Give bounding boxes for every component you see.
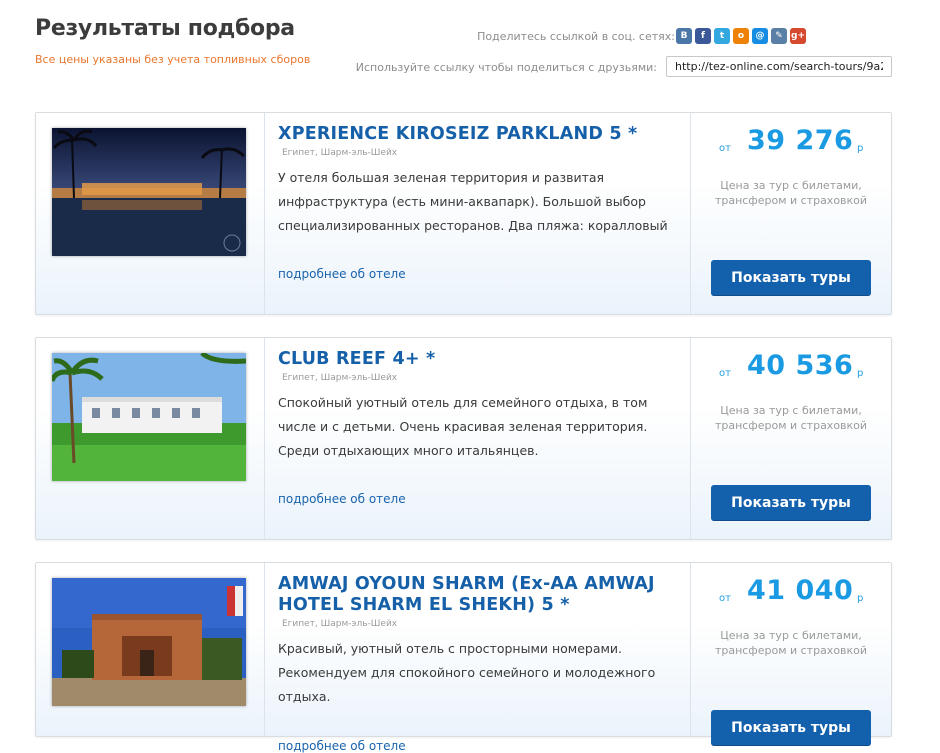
share-link-label: Используйте ссылку чтобы поделиться с др… (355, 61, 657, 74)
hotel-photo[interactable] (52, 353, 246, 481)
twitter-icon[interactable]: t (714, 28, 730, 44)
show-tours-button[interactable]: Показать туры (711, 710, 871, 746)
price-from-label: от (719, 368, 731, 379)
price-note: Цена за тур с билетами, трансфером и стр… (714, 179, 868, 207)
currency-label: р (857, 368, 864, 379)
hotel-card: XPERIENCE KIROSEIZ PARKLAND 5 * Египет, … (35, 112, 892, 315)
price-block: от 40 536 р (691, 350, 891, 384)
tour-price: 39 276 (747, 125, 854, 156)
hotel-details-link[interactable]: подробнее об отеле (278, 267, 406, 281)
show-tours-button[interactable]: Показать туры (711, 485, 871, 521)
hotel-location: Египет, Шарм-эль-Шейх (282, 619, 398, 629)
hotel-details-link[interactable]: подробнее об отеле (278, 739, 406, 753)
share-label: Поделитесь ссылкой в соц. сетях: (477, 30, 675, 43)
price-block: от 39 276 р (691, 125, 891, 159)
hotel-description: Спокойный уютный отель для семейного отд… (278, 395, 648, 458)
share-link-input[interactable] (666, 56, 892, 77)
fuel-price-note: Все цены указаны без учета топливных сбо… (35, 53, 311, 66)
currency-label: р (857, 593, 864, 604)
odnoklassniki-icon[interactable]: о (733, 28, 749, 44)
price-block: от 41 040 р (691, 575, 891, 609)
hotel-photo[interactable] (52, 128, 246, 256)
hotel-name[interactable]: CLUB REEF 4+ * (278, 349, 688, 370)
googleplus-icon[interactable]: g+ (790, 28, 806, 44)
tour-price: 40 536 (747, 350, 854, 381)
price-from-label: от (719, 593, 731, 604)
hotel-description: У отеля большая зеленая территория и раз… (278, 170, 668, 233)
social-share-icons: В f t о @ ✎ g+ (676, 28, 806, 44)
hotel-photo[interactable] (52, 578, 246, 706)
hotel-description: Красивый, уютный отель с просторными ном… (278, 641, 656, 704)
price-from-label: от (719, 143, 731, 154)
hotel-card: CLUB REEF 4+ * Египет, Шарм-эль-Шейх Спо… (35, 337, 892, 540)
price-note: Цена за тур с билетами, трансфером и стр… (714, 629, 868, 657)
price-note: Цена за тур с билетами, трансфером и стр… (714, 404, 868, 432)
vkontakte-icon[interactable]: В (676, 28, 692, 44)
hotel-location: Египет, Шарм-эль-Шейх (282, 148, 398, 158)
hotel-location: Египет, Шарм-эль-Шейх (282, 373, 398, 383)
show-tours-button[interactable]: Показать туры (711, 260, 871, 296)
mailru-icon[interactable]: @ (752, 28, 768, 44)
livejournal-icon[interactable]: ✎ (771, 28, 787, 44)
hotel-card: AMWAJ OYOUN SHARM (Ex-AA AMWAJ HOTEL SHA… (35, 562, 892, 753)
currency-label: р (857, 143, 864, 154)
hotel-name[interactable]: AMWAJ OYOUN SHARM (Ex-AA AMWAJ HOTEL SHA… (278, 574, 688, 616)
facebook-icon[interactable]: f (695, 28, 711, 44)
page-title: Результаты подбора (35, 16, 295, 41)
hotel-name[interactable]: XPERIENCE KIROSEIZ PARKLAND 5 * (278, 124, 688, 145)
tour-price: 41 040 (747, 575, 854, 606)
hotel-details-link[interactable]: подробнее об отеле (278, 492, 406, 506)
